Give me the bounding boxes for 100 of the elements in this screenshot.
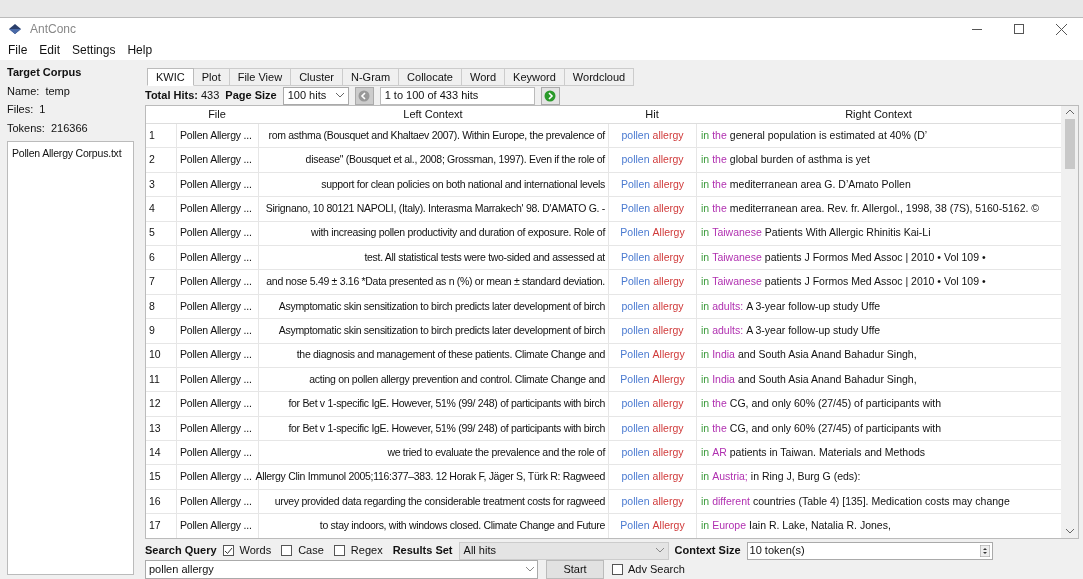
left-context-text: rom asthma (Bousquet and Khaltaev 2007). Within Europe, the prevalence of bbox=[268, 127, 605, 143]
menu-item[interactable]: Help bbox=[127, 41, 153, 59]
target-corpus-title: Target Corpus bbox=[7, 65, 83, 80]
right-context-text: patients J Formos Med Assoc | 2010 • Vol 109 • bbox=[764, 249, 986, 265]
next-page-button[interactable] bbox=[540, 86, 560, 105]
file-count-label: Files: bbox=[7, 102, 34, 117]
hit-word: allergy bbox=[652, 469, 684, 485]
tab[interactable]: Keyword bbox=[505, 68, 565, 86]
caret-icon[interactable] bbox=[655, 548, 664, 553]
tab[interactable]: File View bbox=[229, 68, 292, 86]
table-cell: Pollen Allergy ... bbox=[176, 392, 258, 416]
file-count: 1 bbox=[39, 102, 46, 117]
page-range-field[interactable]: 1 to 100 of 433 hits bbox=[379, 86, 535, 105]
table-cell: Pollen Allergy ... bbox=[176, 343, 258, 367]
row-number: 5 bbox=[148, 225, 156, 241]
context-size-label: Context Size bbox=[674, 543, 741, 559]
row-number: 7 bbox=[148, 274, 156, 290]
caret-icon[interactable] bbox=[526, 567, 534, 572]
checkbox[interactable] bbox=[222, 545, 234, 556]
tab[interactable]: Wordcloud bbox=[564, 68, 635, 86]
search-query-field[interactable]: pollen allergy bbox=[145, 560, 538, 579]
results-set-dropdown[interactable]: All hits bbox=[458, 541, 669, 560]
tab[interactable]: Plot bbox=[193, 68, 230, 86]
left-context-text: we tried to evaluate the prevalence and the role of bbox=[387, 444, 605, 460]
tab[interactable]: N-Gram bbox=[343, 68, 400, 86]
corpus-name: temp bbox=[45, 83, 70, 99]
total-hits-value: 433 bbox=[200, 88, 220, 104]
column-header[interactable]: Hit bbox=[608, 106, 696, 123]
right-context-word: the bbox=[712, 127, 727, 143]
hit-word: Pollen bbox=[620, 201, 651, 216]
right-context-word: in bbox=[701, 371, 710, 387]
tab[interactable]: Word bbox=[461, 68, 506, 86]
right-context-text: mediterranean area G. D’Amato Pollen bbox=[729, 176, 911, 192]
minimize-icon[interactable] bbox=[972, 28, 982, 30]
window-title: AntConc bbox=[30, 21, 77, 38]
hit-word: Pollen bbox=[620, 225, 650, 241]
checkbox[interactable] bbox=[333, 545, 345, 556]
hit-word: allergy bbox=[652, 493, 684, 509]
hit-word: allergy bbox=[652, 298, 684, 314]
scrollbar[interactable] bbox=[1061, 106, 1078, 538]
tab[interactable]: KWIC bbox=[147, 68, 194, 86]
right-context-word: in bbox=[701, 396, 710, 412]
hit-word: allergy bbox=[653, 274, 685, 290]
hit-word: pollen bbox=[621, 152, 650, 168]
table-cell: Pollen Allergy ... bbox=[176, 489, 258, 514]
table-cell: Pollen Allergy ... bbox=[176, 367, 258, 392]
row-number: 8 bbox=[148, 298, 156, 314]
menu-item[interactable]: Edit bbox=[39, 41, 61, 59]
right-context-word: in bbox=[701, 518, 710, 534]
row-number: 12 bbox=[148, 396, 162, 412]
row-number: 1 bbox=[148, 127, 156, 143]
right-context-word: in bbox=[701, 347, 710, 363]
checkbox[interactable] bbox=[281, 545, 293, 556]
row-number: 2 bbox=[148, 152, 156, 168]
page-size-dropdown[interactable]: 100 hits bbox=[282, 86, 349, 105]
table-cell: Pollen Allergy ... bbox=[176, 319, 258, 343]
right-context-text: mediterranean area. Rev. fr. Allergol., 1998, 38 (7S), 5160-5162. © bbox=[729, 201, 1040, 216]
context-size-spinner[interactable]: 10 token(s) bbox=[746, 541, 993, 560]
close-icon[interactable] bbox=[1056, 23, 1067, 35]
row-number: 3 bbox=[148, 176, 156, 192]
right-context-word: Taiwanese bbox=[712, 249, 762, 265]
right-context-word: in bbox=[701, 152, 710, 168]
column-header[interactable]: Left Context bbox=[258, 106, 608, 123]
caret-icon[interactable] bbox=[335, 93, 344, 98]
corpus-file-item[interactable]: Pollen Allergy Corpus.txt bbox=[12, 146, 129, 162]
right-context-word: the bbox=[712, 420, 727, 436]
right-context-word: in bbox=[701, 225, 710, 241]
right-context-text: A 3-year follow-up study Uffe bbox=[746, 298, 881, 314]
left-context-text: acting on pollen allergy prevention and control. Climate Change and bbox=[309, 371, 605, 387]
token-count: 216366 bbox=[50, 120, 88, 136]
left-context-text: the diagnosis and management of these patients. Climate Change and bbox=[296, 347, 605, 363]
hit-word: Allergy bbox=[652, 518, 685, 534]
column-header[interactable]: Right Context bbox=[696, 106, 1061, 123]
option-label: Case bbox=[298, 543, 324, 559]
hit-word: allergy bbox=[652, 127, 684, 143]
scroll-thumb[interactable] bbox=[1064, 119, 1075, 169]
row-number: 10 bbox=[148, 347, 162, 363]
row-number: 15 bbox=[148, 469, 162, 485]
tab[interactable]: Collocate bbox=[399, 68, 462, 86]
scroll-up-icon[interactable] bbox=[1065, 110, 1074, 115]
row-number: 4 bbox=[148, 201, 156, 216]
hit-word: pollen bbox=[621, 469, 650, 485]
checkbox[interactable] bbox=[612, 564, 623, 575]
maximize-icon[interactable] bbox=[1014, 24, 1024, 34]
right-context-word: in bbox=[701, 420, 710, 436]
left-context-text: Allergy Clin Immunol 2005;116:377–383. 12 Horak F, Jäger S, Türk R: Ragweed bbox=[255, 469, 605, 485]
column-header[interactable]: File bbox=[176, 106, 258, 123]
start-button[interactable]: Start bbox=[546, 560, 604, 579]
hit-word: allergy bbox=[653, 201, 685, 216]
menu-item[interactable]: File bbox=[8, 41, 28, 59]
right-context-text: Iain R. Lake, Natalia R. Jones, bbox=[749, 518, 891, 534]
hit-word: pollen bbox=[621, 493, 650, 509]
menu-item[interactable]: Settings bbox=[72, 41, 116, 59]
hit-word: Allergy bbox=[652, 371, 685, 387]
right-context-word: different bbox=[712, 493, 750, 509]
spinner-icon[interactable] bbox=[979, 544, 990, 557]
hit-word: allergy bbox=[652, 420, 684, 436]
hit-word: allergy bbox=[652, 152, 684, 168]
tab[interactable]: Cluster bbox=[291, 68, 343, 86]
scroll-down-icon[interactable] bbox=[1065, 529, 1074, 534]
